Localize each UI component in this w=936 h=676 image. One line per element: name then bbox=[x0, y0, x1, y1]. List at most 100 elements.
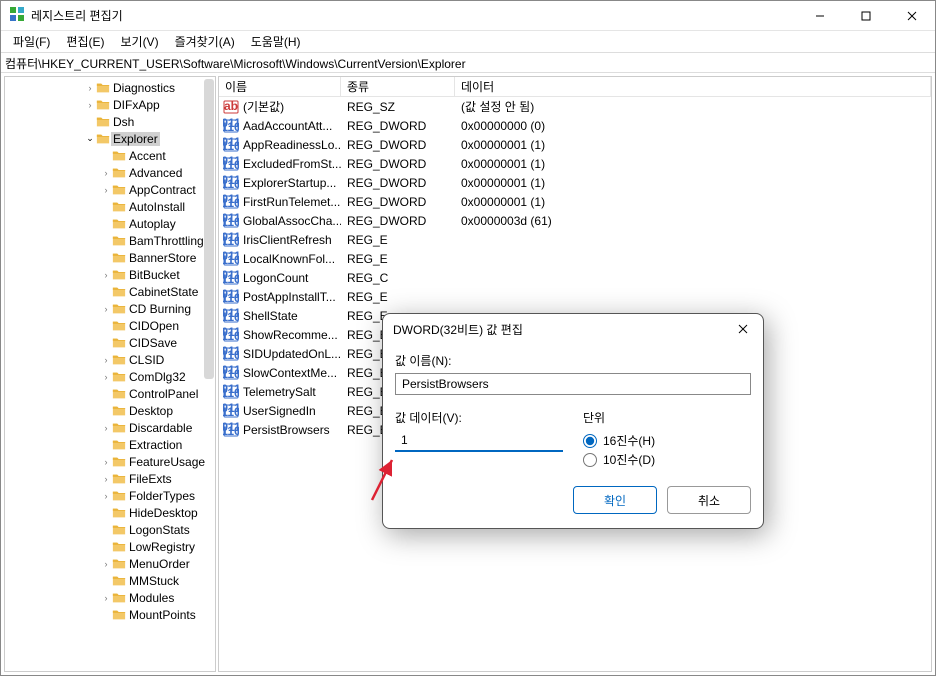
tree-scrollbar[interactable] bbox=[204, 79, 214, 379]
tree-item[interactable]: ›AppContract bbox=[5, 181, 215, 198]
value-type: REG_SZ bbox=[341, 100, 455, 114]
value-data-input[interactable] bbox=[395, 430, 563, 452]
tree-chevron-icon[interactable]: › bbox=[85, 83, 95, 93]
tree-label: FeatureUsage bbox=[127, 455, 207, 469]
tree-item[interactable]: ›FileExts bbox=[5, 470, 215, 487]
tree-item[interactable]: ›Advanced bbox=[5, 164, 215, 181]
col-type[interactable]: 종류 bbox=[341, 77, 455, 96]
radio-dec[interactable]: 10진수(D) bbox=[583, 451, 655, 468]
value-name: ExcludedFromSt... bbox=[243, 157, 341, 171]
tree-item[interactable]: ›DIFxApp bbox=[5, 96, 215, 113]
tree-item[interactable]: CIDSave bbox=[5, 334, 215, 351]
tree-item[interactable]: AutoInstall bbox=[5, 198, 215, 215]
tree-item[interactable]: ⌄Explorer bbox=[5, 130, 215, 147]
ok-button[interactable]: 확인 bbox=[573, 486, 657, 514]
dialog-close-button[interactable] bbox=[723, 314, 763, 344]
tree-item[interactable]: › BitBucket bbox=[5, 266, 215, 283]
tree-chevron-icon[interactable]: › bbox=[101, 559, 111, 569]
tree-item[interactable]: MountPoints bbox=[5, 606, 215, 623]
radio-hex[interactable]: 16진수(H) bbox=[583, 432, 655, 449]
close-button[interactable] bbox=[889, 1, 935, 31]
value-name: ShellState bbox=[243, 309, 298, 323]
tree-chevron-icon[interactable]: › bbox=[101, 423, 111, 433]
dialog-title: DWORD(32비트) 값 편집 bbox=[393, 321, 523, 338]
tree-item[interactable]: ›Discardable bbox=[5, 419, 215, 436]
tree-item[interactable]: Autoplay bbox=[5, 215, 215, 232]
tree-chevron-icon[interactable]: › bbox=[101, 270, 111, 280]
tree-item[interactable]: CIDOpen bbox=[5, 317, 215, 334]
list-item[interactable]: GlobalAssocCha...REG_DWORD0x0000003d (61… bbox=[219, 211, 931, 230]
col-data[interactable]: 데이터 bbox=[455, 77, 931, 96]
tree-item[interactable]: MMStuck bbox=[5, 572, 215, 589]
folder-icon bbox=[111, 556, 127, 571]
list-item[interactable]: IrisClientRefreshREG_E bbox=[219, 230, 931, 249]
tree-chevron-icon[interactable]: › bbox=[101, 372, 111, 382]
cancel-button[interactable]: 취소 bbox=[667, 486, 751, 514]
list-item[interactable]: PostAppInstallT...REG_E bbox=[219, 287, 931, 306]
folder-icon bbox=[111, 165, 127, 180]
menu-favorites[interactable]: 즐겨찾기(A) bbox=[169, 31, 241, 52]
tree-chevron-icon[interactable]: › bbox=[101, 457, 111, 467]
reg-binary-icon bbox=[223, 270, 239, 286]
tree-label: BitBucket bbox=[127, 268, 182, 282]
tree-item[interactable]: ›MenuOrder bbox=[5, 555, 215, 572]
folder-icon bbox=[111, 369, 127, 384]
tree-pane[interactable]: ›Diagnostics›DIFxAppDsh⌄ExplorerAccent›A… bbox=[4, 76, 216, 672]
radio-hex-input[interactable] bbox=[583, 434, 597, 448]
list-item[interactable]: AadAccountAtt...REG_DWORD0x00000000 (0) bbox=[219, 116, 931, 135]
list-item[interactable]: LocalKnownFol...REG_E bbox=[219, 249, 931, 268]
tree-chevron-icon[interactable]: › bbox=[101, 593, 111, 603]
list-item[interactable]: ExcludedFromSt...REG_DWORD0x00000001 (1) bbox=[219, 154, 931, 173]
base-label: 단위 bbox=[583, 409, 655, 426]
tree-item[interactable]: LogonStats bbox=[5, 521, 215, 538]
menu-file[interactable]: 파일(F) bbox=[7, 31, 56, 52]
tree-item[interactable]: ›CD Burning bbox=[5, 300, 215, 317]
menu-edit[interactable]: 편집(E) bbox=[60, 31, 110, 52]
tree-chevron-icon[interactable]: › bbox=[101, 474, 111, 484]
minimize-button[interactable] bbox=[797, 1, 843, 31]
tree-chevron-icon[interactable]: › bbox=[85, 100, 95, 110]
tree-chevron-icon[interactable]: › bbox=[101, 355, 111, 365]
maximize-button[interactable] bbox=[843, 1, 889, 31]
tree-item[interactable]: ›FolderTypes bbox=[5, 487, 215, 504]
folder-icon bbox=[111, 335, 127, 350]
tree-item[interactable]: Desktop bbox=[5, 402, 215, 419]
list-item[interactable]: AppReadinessLo...REG_DWORD0x00000001 (1) bbox=[219, 135, 931, 154]
list-item[interactable]: LogonCountREG_C bbox=[219, 268, 931, 287]
radio-dec-input[interactable] bbox=[583, 453, 597, 467]
tree-item[interactable]: › FeatureUsage bbox=[5, 453, 215, 470]
app-icon bbox=[9, 6, 25, 25]
tree-label: ComDlg32 bbox=[127, 370, 188, 384]
value-name-input[interactable] bbox=[395, 373, 751, 395]
tree-chevron-icon[interactable]: › bbox=[101, 168, 111, 178]
menu-view[interactable]: 보기(V) bbox=[114, 31, 164, 52]
tree-item[interactable]: BannerStore bbox=[5, 249, 215, 266]
tree-label: CLSID bbox=[127, 353, 166, 367]
tree-item[interactable]: HideDesktop bbox=[5, 504, 215, 521]
tree-item[interactable]: BamThrottling bbox=[5, 232, 215, 249]
tree-chevron-icon[interactable]: › bbox=[101, 491, 111, 501]
list-item[interactable]: ExplorerStartup...REG_DWORD0x00000001 (1… bbox=[219, 173, 931, 192]
tree-item[interactable]: CabinetState bbox=[5, 283, 215, 300]
tree-item[interactable]: › ComDlg32 bbox=[5, 368, 215, 385]
tree-chevron-icon[interactable]: ⌄ bbox=[85, 133, 95, 144]
list-item[interactable]: (기본값)REG_SZ(값 설정 안 됨) bbox=[219, 97, 931, 116]
tree-item[interactable]: › Diagnostics bbox=[5, 79, 215, 96]
tree-chevron-icon[interactable]: › bbox=[101, 304, 111, 314]
list-item[interactable]: FirstRunTelemet...REG_DWORD0x00000001 (1… bbox=[219, 192, 931, 211]
tree-item[interactable]: ControlPanel bbox=[5, 385, 215, 402]
tree-item[interactable]: Accent bbox=[5, 147, 215, 164]
tree-item[interactable]: Extraction bbox=[5, 436, 215, 453]
menu-help[interactable]: 도움말(H) bbox=[245, 31, 307, 52]
tree-item[interactable]: LowRegistry bbox=[5, 538, 215, 555]
value-data: (값 설정 안 됨) bbox=[455, 98, 931, 115]
folder-icon bbox=[111, 471, 127, 486]
col-name[interactable]: 이름 bbox=[219, 77, 341, 96]
address-bar[interactable]: 컴퓨터\HKEY_CURRENT_USER\Software\Microsoft… bbox=[1, 53, 935, 73]
tree-label: Diagnostics bbox=[111, 81, 177, 95]
tree-item[interactable]: › CLSID bbox=[5, 351, 215, 368]
value-name: AppReadinessLo... bbox=[243, 138, 341, 152]
tree-item[interactable]: Dsh bbox=[5, 113, 215, 130]
tree-chevron-icon[interactable]: › bbox=[101, 185, 111, 195]
tree-item[interactable]: ›Modules bbox=[5, 589, 215, 606]
